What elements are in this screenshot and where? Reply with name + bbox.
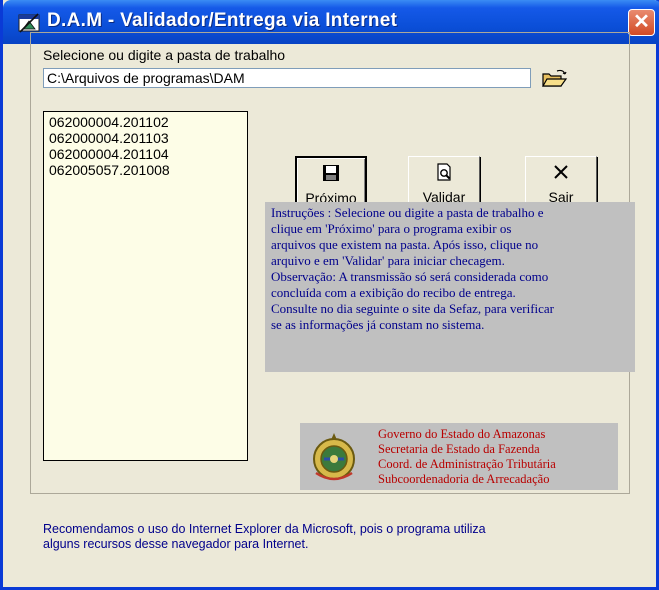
instructions-panel: Instruções : Selecione ou digite a pasta… — [265, 202, 635, 372]
browser-recommendation: Recomendamos o uso do Internet Explorer … — [43, 522, 486, 552]
save-icon — [323, 165, 339, 181]
instruction-line: arquivo e em 'Validar' para iniciar chec… — [271, 253, 505, 268]
government-line: Subcoordenadoria de Arrecadação — [378, 472, 550, 486]
close-button[interactable]: ✕ — [628, 9, 655, 36]
app-icon — [18, 13, 40, 33]
main-window: D.A.M - Validador/Entrega via Internet ✕… — [0, 0, 659, 590]
footer-line: alguns recursos desse navegador para Int… — [43, 537, 309, 551]
list-item[interactable]: 062000004.201103 — [49, 130, 242, 146]
government-banner: Governo do Estado do Amazonas Secretaria… — [300, 423, 618, 490]
government-line: Governo do Estado do Amazonas — [378, 427, 546, 441]
instruction-line: concluída com a exibição do recibo de en… — [271, 285, 516, 300]
file-list[interactable]: 062000004.201102 062000004.201103 062000… — [43, 111, 248, 461]
footer-line: Recomendamos o uso do Internet Explorer … — [43, 522, 486, 536]
instruction-line: se as informações já constam no sistema. — [271, 317, 485, 332]
folder-label: Selecione ou digite a pasta de trabalho — [43, 47, 286, 63]
document-magnifier-icon — [437, 163, 451, 181]
list-item[interactable]: 062005057.201008 — [49, 162, 242, 178]
folder-path-input[interactable]: C:\Arquivos de programas\DAM — [43, 68, 531, 88]
instruction-line: Instruções : Selecione ou digite a pasta… — [271, 205, 544, 220]
window-title: D.A.M - Validador/Entrega via Internet — [47, 10, 398, 31]
government-line: Coord. de Administração Tributária — [378, 457, 556, 471]
state-seal-icon — [313, 433, 355, 481]
instruction-line: Consulte no dia seguinte o site da Sefaz… — [271, 301, 555, 316]
list-item[interactable]: 062000004.201104 — [49, 146, 242, 162]
instruction-line: Observação: A transmissão só será consid… — [271, 269, 549, 284]
close-x-icon — [554, 165, 568, 179]
open-folder-icon[interactable] — [539, 68, 569, 90]
list-item[interactable]: 062000004.201102 — [49, 114, 242, 130]
government-line: Secretaria de Estado da Fazenda — [378, 442, 540, 456]
instruction-line: arquivos que existem na pasta. Após isso… — [271, 237, 539, 252]
instruction-line: clique em 'Próximo' para o programa exib… — [271, 221, 512, 236]
